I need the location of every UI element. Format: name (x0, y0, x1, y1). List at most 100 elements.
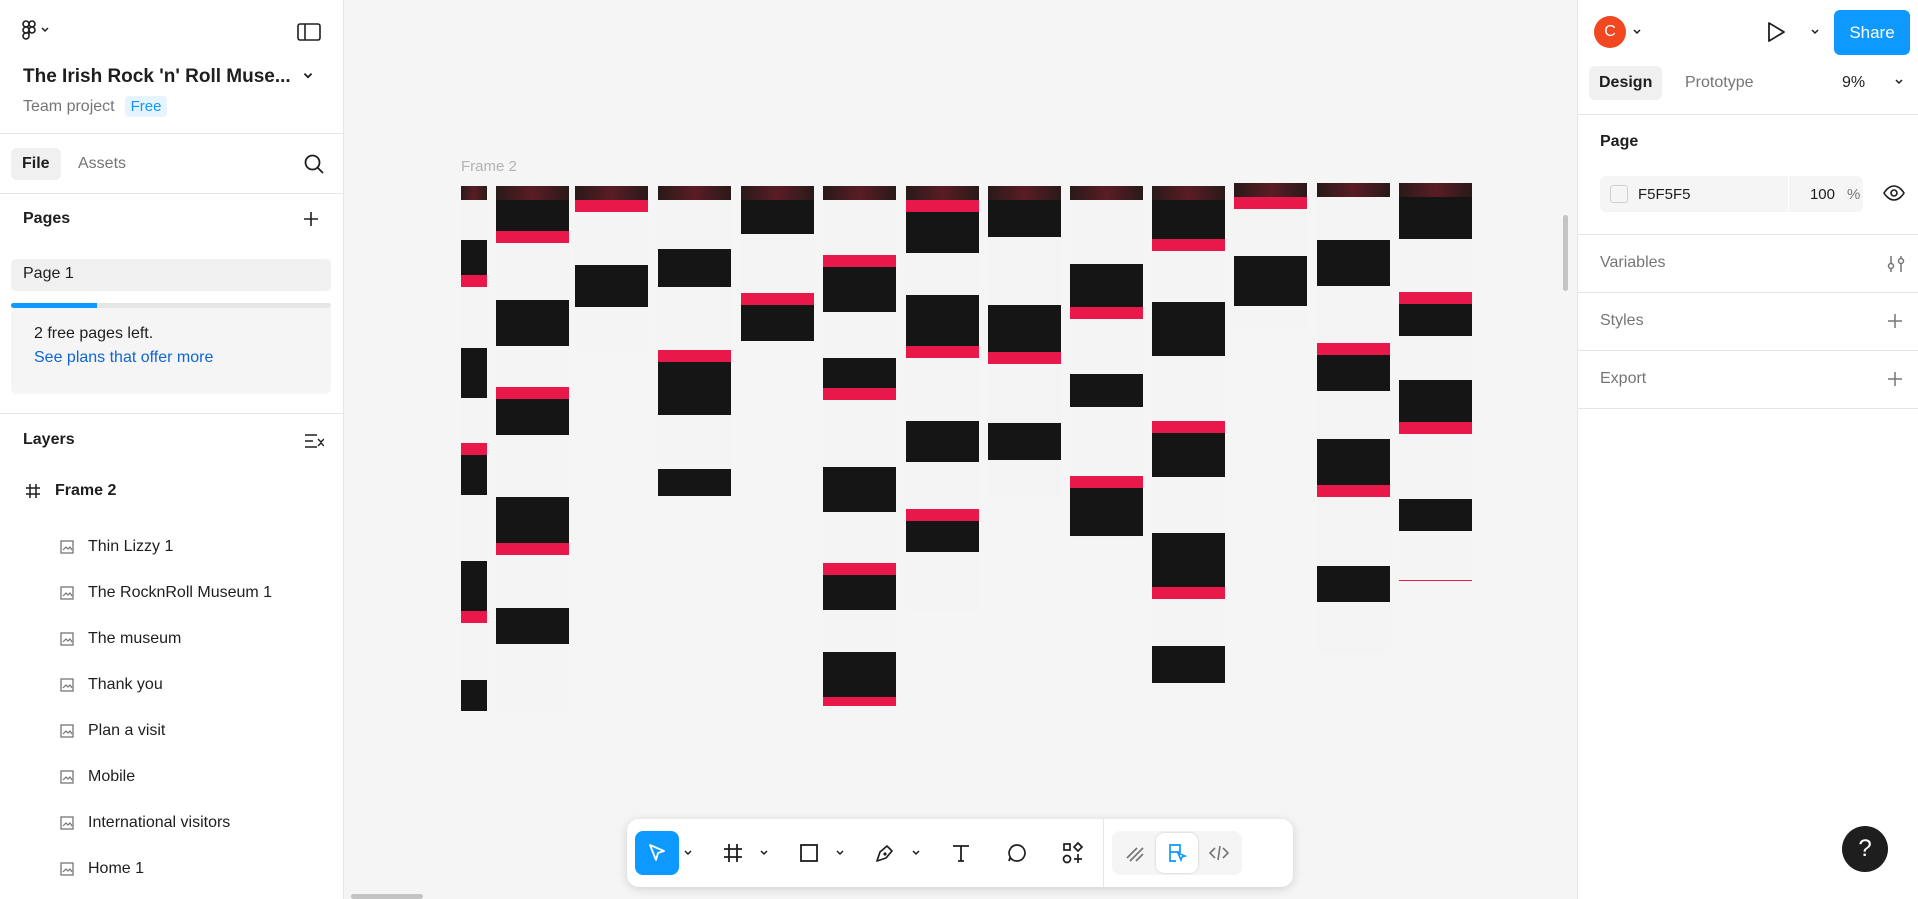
frame-label[interactable]: Frame 2 (461, 158, 517, 175)
share-button[interactable]: Share (1834, 10, 1910, 55)
thumb-section (823, 512, 896, 563)
chevron-down-icon[interactable] (1894, 77, 1904, 87)
plan-badge[interactable]: Free (124, 96, 168, 117)
layer-item[interactable]: Thin Lizzy 1 (60, 538, 173, 556)
layer-item[interactable]: Thank you (60, 676, 163, 694)
tab-assets[interactable]: Assets (67, 148, 137, 180)
plus-icon[interactable] (1886, 370, 1904, 388)
fill-opacity-value[interactable]: 100 (1789, 186, 1839, 203)
main-menu-button[interactable] (22, 20, 50, 40)
thumb-section (906, 253, 979, 295)
page-thumbnail[interactable] (823, 186, 896, 706)
thumb-section (988, 200, 1061, 237)
cursor-icon (649, 844, 665, 861)
page-thumbnail[interactable] (658, 186, 731, 496)
thumb-section (1234, 306, 1307, 328)
thumb-header (1317, 183, 1390, 197)
page-thumbnail[interactable] (461, 186, 487, 711)
thumb-header (658, 186, 731, 200)
page-thumbnail[interactable] (575, 186, 648, 354)
variables-adjust-icon[interactable] (1886, 254, 1906, 274)
eye-icon[interactable] (1883, 184, 1905, 202)
shape-tool-button[interactable] (787, 831, 831, 875)
design-mode-button[interactable] (1156, 833, 1198, 873)
thumb-header (1070, 186, 1143, 200)
canvas[interactable]: Frame 2 (345, 0, 1577, 899)
collapse-layers-icon[interactable] (304, 432, 324, 450)
thumb-section (1399, 304, 1472, 336)
page-thumbnail[interactable] (741, 186, 814, 341)
layer-item[interactable]: Home 1 (60, 860, 144, 878)
layer-item[interactable]: International visitors (60, 814, 230, 832)
thumb-section (823, 312, 896, 358)
sidebar-toggle-icon[interactable] (297, 22, 321, 42)
present-play-icon[interactable] (1765, 20, 1787, 44)
thumb-header (988, 186, 1061, 200)
variables-heading[interactable]: Variables (1600, 254, 1666, 272)
plus-icon[interactable] (302, 210, 320, 228)
tab-design[interactable]: Design (1589, 66, 1663, 100)
color-swatch[interactable] (1610, 185, 1628, 203)
pen-tool-button[interactable] (863, 831, 907, 875)
page-thumbnail[interactable] (906, 186, 979, 612)
horizontal-scrollbar[interactable] (351, 894, 423, 899)
move-tool-button[interactable] (635, 831, 679, 875)
actions-tool-button[interactable] (1051, 831, 1095, 875)
dev-mode-button[interactable] (1198, 833, 1240, 873)
thumb-section (575, 212, 648, 265)
thumb-section (1070, 319, 1143, 374)
thumb-section (496, 243, 569, 300)
comment-tool-button[interactable] (995, 831, 1039, 875)
plus-icon[interactable] (1886, 312, 1904, 330)
vertical-scrollbar[interactable] (1563, 215, 1568, 291)
thumb-section (1152, 302, 1225, 356)
layer-item[interactable]: The RocknRoll Museum 1 (60, 584, 272, 602)
team-label[interactable]: Team project (23, 98, 115, 116)
frame-tool-button[interactable] (711, 831, 755, 875)
layer-item[interactable]: Mobile (60, 768, 135, 786)
page-thumbnail[interactable] (1070, 186, 1143, 539)
tab-file[interactable]: File (11, 148, 61, 180)
page-fill-row: F5F5F5 100 % (1600, 176, 1863, 212)
pen-tool-dropdown[interactable] (907, 831, 925, 875)
page-thumbnail[interactable] (1317, 183, 1390, 653)
thumb-section (1070, 407, 1143, 476)
fill-hex-value[interactable]: F5F5F5 (1638, 186, 1788, 203)
page-item-1[interactable]: Page 1 (11, 259, 331, 291)
zoom-level[interactable]: 9% (1842, 74, 1865, 92)
layer-frame-2[interactable]: Frame 2 (25, 482, 116, 500)
thumb-section (1152, 356, 1225, 421)
tab-prototype[interactable]: Prototype (1675, 66, 1763, 100)
styles-heading[interactable]: Styles (1600, 312, 1644, 330)
page-thumbnail[interactable] (1399, 183, 1472, 581)
layer-item[interactable]: The museum (60, 630, 181, 648)
frame-tool-dropdown[interactable] (755, 831, 773, 875)
thumb-section (1152, 421, 1225, 433)
layer-label: Mobile (88, 768, 136, 785)
percent-label: % (1847, 185, 1861, 203)
page-thumbnail[interactable] (988, 186, 1061, 496)
move-tool-dropdown[interactable] (679, 831, 697, 875)
chevron-down-icon[interactable] (1810, 27, 1820, 37)
thumb-section (1399, 434, 1472, 499)
avatar[interactable]: C (1594, 16, 1626, 48)
help-button[interactable]: ? (1842, 826, 1888, 872)
page-thumbnail[interactable] (1152, 186, 1225, 683)
text-tool-button[interactable] (939, 831, 983, 875)
chevron-down-icon[interactable] (302, 70, 314, 82)
export-heading[interactable]: Export (1600, 370, 1646, 388)
divider (1578, 234, 1918, 235)
layer-item[interactable]: Plan a visit (60, 722, 165, 740)
thumb-section (906, 462, 979, 509)
chevron-down-icon[interactable] (1632, 27, 1642, 37)
draw-mode-button[interactable] (1114, 833, 1156, 873)
thumb-section (496, 555, 569, 608)
mode-switcher (1112, 831, 1242, 875)
image-icon (60, 540, 74, 554)
search-icon[interactable] (303, 153, 325, 175)
page-thumbnail[interactable] (496, 186, 569, 711)
project-title[interactable]: The Irish Rock 'n' Roll Muse... (23, 66, 291, 88)
see-plans-link[interactable]: See plans that offer more (34, 349, 308, 367)
page-thumbnail[interactable] (1234, 183, 1307, 328)
shape-tool-dropdown[interactable] (831, 831, 849, 875)
